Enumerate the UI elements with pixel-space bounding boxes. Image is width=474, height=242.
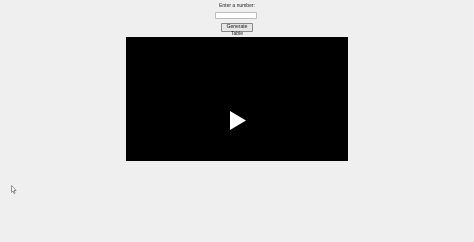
play-icon[interactable] (230, 111, 246, 130)
number-input[interactable] (215, 12, 257, 19)
number-prompt-label: Enter a number: (219, 3, 255, 9)
page: Enter a number: Generate Table (0, 0, 474, 242)
generate-table-button[interactable]: Generate Table (221, 23, 253, 37)
mouse-pointer-icon (11, 185, 17, 194)
video-player[interactable] (126, 37, 348, 161)
